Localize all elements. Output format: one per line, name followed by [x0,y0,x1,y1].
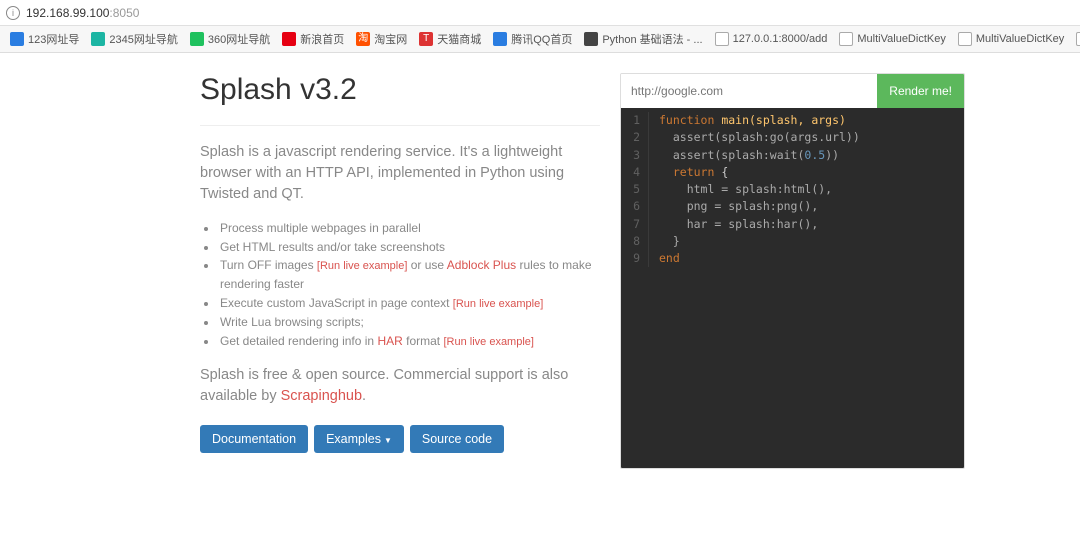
file-icon [715,32,729,46]
bookmarks-bar: 123网址导 2345网址导航 360网址导航 新浪首页 淘淘宝网 T天猫商城 … [0,26,1080,52]
browser-chrome: i 192.168.99.100:8050 123网址导 2345网址导航 36… [0,0,1080,53]
list-item: Write Lua browsing scripts; [218,313,600,332]
code-editor[interactable]: 1function main(splash, args) 2 assert(sp… [621,108,964,468]
line-number: 5 [621,181,649,198]
render-panel: Render me! 1function main(splash, args) … [620,73,965,469]
page-content: Splash v3.2 Splash is a javascript rende… [0,53,1080,469]
url-host: 192.168.99.100 [26,6,109,20]
line-number: 8 [621,233,649,250]
bookmark-qq[interactable]: 腾讯QQ首页 [487,31,578,47]
har-link[interactable]: HAR [377,334,402,348]
line-number: 6 [621,198,649,215]
render-header: Render me! [621,74,964,108]
run-example-link[interactable]: [Run live example] [443,336,534,348]
line-number: 3 [621,147,649,164]
bookmark-mvdk1[interactable]: MultiValueDictKey [833,32,951,46]
bookmark-sina[interactable]: 新浪首页 [276,31,350,47]
site-icon [10,32,24,46]
features-list: Process multiple webpages in parallel Ge… [218,219,600,351]
file-icon [1076,32,1080,46]
scrapinghub-link[interactable]: Scrapinghub [281,388,362,404]
list-item: Get detailed rendering info in HAR forma… [218,332,600,351]
lead-text: Splash is a javascript rendering service… [200,142,600,205]
button-row: Documentation Examples▼ Source code [200,425,600,453]
line-number: 4 [621,164,649,181]
bookmark-taobao[interactable]: 淘淘宝网 [350,31,413,47]
documentation-button[interactable]: Documentation [200,425,308,453]
bookmark-2345[interactable]: 2345网址导航 [85,31,183,47]
bookmark-local2[interactable]: 127.0.0.1:8000/add [1070,32,1080,46]
site-icon: 淘 [356,32,370,46]
run-example-link[interactable]: [Run live example] [453,298,544,310]
bookmark-360[interactable]: 360网址导航 [184,31,276,47]
bookmark-mvdk2[interactable]: MultiValueDictKey [952,32,1070,46]
divider [200,125,600,126]
file-icon [958,32,972,46]
list-item: Get HTML results and/or take screenshots [218,238,600,257]
wechat-icon [845,494,881,530]
chevron-down-icon: ▼ [384,436,392,445]
sub-lead: Splash is free & open source. Commercial… [200,365,600,407]
bookmark-tmall[interactable]: T天猫商城 [413,31,487,47]
url-port: :8050 [109,6,139,20]
run-example-link[interactable]: [Run live example] [317,260,408,272]
address-bar[interactable]: i 192.168.99.100:8050 [0,0,1080,26]
bookmark-python[interactable]: Python 基础语法 - ... [578,31,708,47]
line-number: 9 [621,250,649,267]
site-icon [282,32,296,46]
watermark-text: Python爬虫scrapy [889,496,1066,528]
site-icon [493,32,507,46]
line-number: 1 [621,112,649,129]
watermark: Python爬虫scrapy [845,494,1066,530]
file-icon [839,32,853,46]
site-icon [584,32,598,46]
left-column: Splash v3.2 Splash is a javascript rende… [200,73,600,469]
site-icon [190,32,204,46]
source-code-button[interactable]: Source code [410,425,504,453]
examples-button[interactable]: Examples▼ [314,425,404,453]
line-number: 7 [621,216,649,233]
page-title: Splash v3.2 [200,73,600,107]
bookmark-123[interactable]: 123网址导 [4,31,85,47]
url-input[interactable] [621,74,877,108]
bookmark-local1[interactable]: 127.0.0.1:8000/add [709,32,834,46]
render-button[interactable]: Render me! [877,74,964,108]
site-icon: T [419,32,433,46]
adblock-link[interactable]: Adblock Plus [447,258,516,272]
list-item: Process multiple webpages in parallel [218,219,600,238]
line-number: 2 [621,129,649,146]
list-item: Execute custom JavaScript in page contex… [218,294,600,313]
list-item: Turn OFF images [Run live example] or us… [218,256,600,294]
info-icon[interactable]: i [6,6,20,20]
site-icon [91,32,105,46]
right-column: Render me! 1function main(splash, args) … [620,73,965,469]
